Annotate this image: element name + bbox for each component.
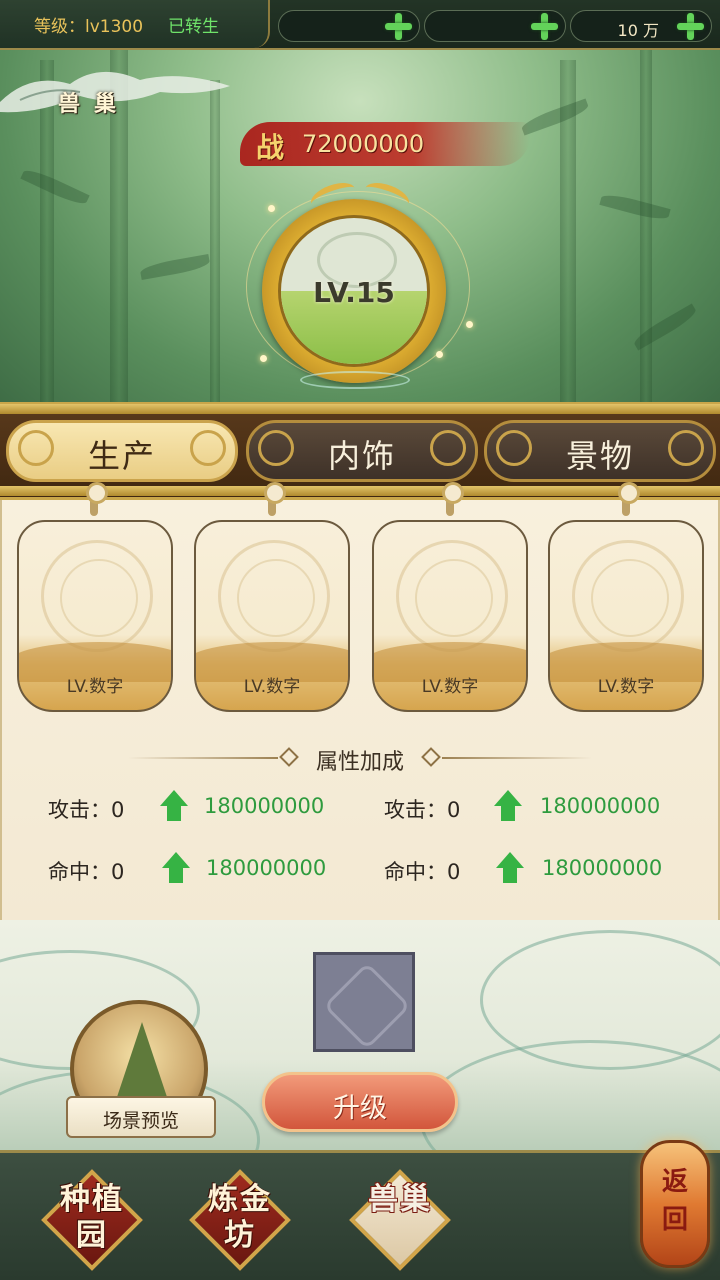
building-card-1[interactable]: LV.数字 xyxy=(17,520,173,712)
nav-label-text: 种植园 xyxy=(60,1182,124,1253)
tab-label: 生产 xyxy=(87,437,156,475)
attribute-bonus: 180000000 xyxy=(542,856,663,880)
wave-ornament xyxy=(420,1040,720,1152)
tab-production[interactable]: 生产 xyxy=(6,420,238,482)
sparkle-icon xyxy=(466,321,473,328)
attribute-row: 命中：0 180000000 xyxy=(48,852,348,886)
tab-label: 内饰 xyxy=(327,437,396,475)
orb-level-text: LV.15 xyxy=(313,276,395,309)
orb-pedestal xyxy=(300,371,410,389)
resource-bar: 等级：lv1300 已转生 10 万 xyxy=(0,0,720,50)
card-level: LV.数字 xyxy=(66,677,124,697)
sparkle-icon xyxy=(436,351,443,358)
tab-label: 景物 xyxy=(565,437,634,475)
arrow-up-icon xyxy=(160,790,188,822)
arrow-up-icon xyxy=(496,852,524,884)
emblem-icon xyxy=(396,540,508,652)
building-card-4[interactable]: LV.数字 xyxy=(548,520,704,712)
attribute-label: 攻击：0 xyxy=(384,798,461,822)
card-level: LV.数字 xyxy=(243,677,301,697)
upgrade-button[interactable]: 升级 xyxy=(262,1072,458,1132)
building-card-3[interactable]: LV.数字 xyxy=(372,520,528,712)
card-level: LV.数字 xyxy=(597,677,655,697)
resource-slot-2 xyxy=(424,10,566,42)
rebirth-status: 已转生 xyxy=(168,17,219,37)
card-hook-icon xyxy=(86,482,108,516)
attribute-label: 命中：0 xyxy=(384,860,461,884)
attributes-title: 属性加成 xyxy=(315,750,404,775)
arrow-up-icon xyxy=(494,790,522,822)
tab-bar-top-trim xyxy=(0,404,720,414)
resource-slot-3: 10 万 xyxy=(570,10,712,42)
attribute-label: 攻击：0 xyxy=(48,798,125,822)
plus-icon[interactable] xyxy=(381,9,415,43)
attribute-row: 攻击：0 180000000 xyxy=(384,790,684,824)
player-level: 等级：lv1300 xyxy=(34,17,144,37)
divider-right xyxy=(442,757,592,759)
nav-label-text: 兽巢 xyxy=(368,1182,432,1217)
attribute-bonus: 180000000 xyxy=(540,794,661,818)
attribute-bonus: 180000000 xyxy=(206,856,327,880)
nav-beast-nest[interactable]: 兽巢 xyxy=(349,1169,451,1271)
combat-power: 战 72000000 xyxy=(240,118,530,170)
level-orb: LV.15 xyxy=(240,177,480,395)
tab-interior[interactable]: 内饰 xyxy=(246,420,478,482)
scene-preview-button[interactable]: 场景预览 xyxy=(66,1096,216,1138)
sparkle-icon xyxy=(260,355,267,362)
nav-label-text: 炼金坊 xyxy=(208,1182,272,1253)
building-card-2[interactable]: LV.数字 xyxy=(194,520,350,712)
card-hook-icon xyxy=(442,482,464,516)
emblem-icon xyxy=(41,540,153,652)
plus-icon[interactable] xyxy=(527,9,561,43)
nav-label: 兽巢 xyxy=(350,1182,450,1218)
card-hook-icon xyxy=(264,482,286,516)
back-label: 返回 xyxy=(661,1167,688,1235)
back-button[interactable]: 返回 xyxy=(640,1140,710,1268)
nav-label: 种植园 xyxy=(42,1182,142,1254)
card-hook-icon xyxy=(618,482,640,516)
attribute-bonus: 180000000 xyxy=(204,794,325,818)
arrow-up-icon xyxy=(162,852,190,884)
nav-plantation[interactable]: 种植园 xyxy=(41,1169,143,1271)
orb-progress: LV.15 xyxy=(278,215,430,367)
battle-icon: 战 xyxy=(256,131,285,164)
attribute-label: 命中：0 xyxy=(48,860,125,884)
nav-label: 炼金坊 xyxy=(190,1182,290,1254)
power-value: 72000000 xyxy=(302,130,425,158)
material-slot[interactable] xyxy=(313,952,415,1052)
player-level-panel: 等级：lv1300 已转生 xyxy=(0,0,270,48)
tab-bar-bottom-trim xyxy=(0,486,720,496)
emblem-icon xyxy=(572,540,684,652)
sparkle-icon xyxy=(268,205,275,212)
page-title: 兽巢 xyxy=(58,91,131,117)
resource-slot-1 xyxy=(278,10,420,42)
tab-scenery[interactable]: 景物 xyxy=(484,420,716,482)
card-level: LV.数字 xyxy=(421,677,479,697)
emblem-icon xyxy=(218,540,330,652)
attribute-row: 攻击：0 180000000 xyxy=(48,790,348,824)
resource-value: 10 万 xyxy=(617,21,659,40)
nav-alchemy[interactable]: 炼金坊 xyxy=(189,1169,291,1271)
attribute-row: 命中：0 180000000 xyxy=(384,852,684,886)
plus-icon[interactable] xyxy=(673,9,707,43)
